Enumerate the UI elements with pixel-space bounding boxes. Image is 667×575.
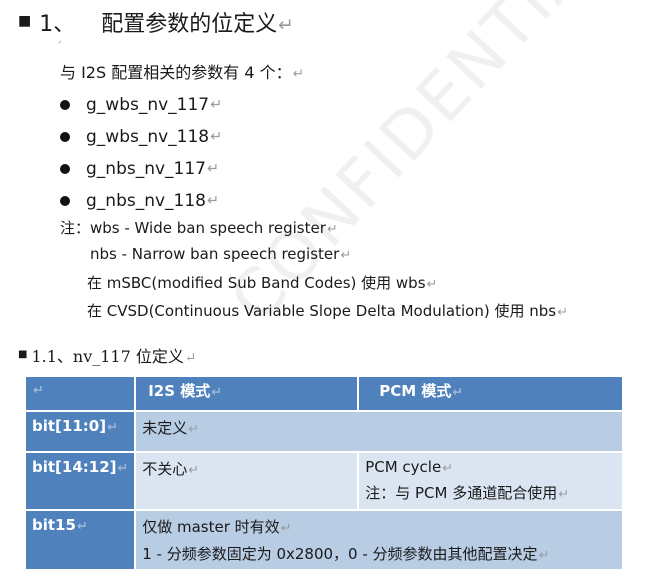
intro-paragraph: 与 I2S 配置相关的参数有 4 个：↵ bbox=[60, 59, 304, 83]
list-item: g_nbs_nv_117 ↵ bbox=[60, 153, 222, 185]
table-row: bit15↵ 仅做 master 时有效↵ 1 - 分频参数固定为 0x2800… bbox=[23, 509, 624, 571]
param-name: g_nbs_nv_118 bbox=[86, 191, 206, 211]
header-i2s: I2S 模式↵ bbox=[134, 375, 360, 412]
combined-cell: 仅做 master 时有效↵ 1 - 分频参数固定为 0x2800，0 - 分频… bbox=[134, 509, 624, 571]
list-item: g_wbs_nv_117 ↵ bbox=[60, 89, 222, 121]
bits-cell: bit[11:0]↵ bbox=[23, 410, 137, 453]
cell-text: 1 - 分频参数固定为 0x2800，0 - 分频参数由其他配置决定 bbox=[142, 545, 538, 563]
paragraph-mark: ↵ bbox=[211, 385, 222, 400]
cell-text: 未定义 bbox=[142, 419, 188, 437]
paragraph-mark: ↵ bbox=[326, 222, 338, 237]
pcm-line: PCM cycle↵ bbox=[365, 458, 616, 476]
table-header-row: ↵ I2S 模式↵ PCM 模式↵ bbox=[23, 375, 624, 412]
cell-text: 仅做 master 时有效 bbox=[142, 518, 280, 536]
intro-text: 与 I2S 配置相关的参数有 4 个： bbox=[60, 63, 292, 82]
bullet-icon bbox=[60, 100, 70, 110]
cell-text: PCM cycle bbox=[365, 458, 442, 476]
param-name: g_wbs_nv_117 bbox=[86, 95, 210, 115]
param-name: g_wbs_nv_118 bbox=[86, 127, 210, 147]
bit-definition-table: ↵ I2S 模式↵ PCM 模式↵ bit[11:0]↵ 未定义↵ bit[14… bbox=[23, 375, 624, 571]
section-heading: ■ 1、 配置参数的位定义↵ bbox=[18, 6, 294, 38]
paragraph-mark: ↵ bbox=[117, 461, 129, 476]
list-item: g_nbs_nv_118 ↵ bbox=[60, 185, 222, 217]
paragraph-mark: ↵ bbox=[442, 461, 453, 476]
bullet-icon bbox=[60, 164, 70, 174]
table-row: bit[11:0]↵ 未定义↵ bbox=[23, 410, 624, 453]
param-name: g_nbs_nv_117 bbox=[86, 159, 206, 179]
i2s-cell: 不关心↵ bbox=[134, 451, 360, 511]
note-text: 注：wbs - Wide ban speech register bbox=[60, 219, 326, 237]
header-empty-cell: ↵ bbox=[23, 375, 137, 412]
bullet-icon bbox=[60, 196, 70, 206]
cell-text: 注：与 PCM 多通道配合使用 bbox=[365, 484, 558, 502]
header-pcm: PCM 模式↵ bbox=[357, 375, 624, 412]
paragraph-mark: ↵ bbox=[340, 248, 351, 263]
bullet-icon bbox=[60, 132, 70, 142]
cell-line: 仅做 master 时有效↵ bbox=[142, 516, 616, 537]
paragraph-mark: ↵ bbox=[557, 305, 568, 320]
paragraph-mark: ↵ bbox=[184, 350, 197, 366]
bits-cell: bit[14:12]↵ bbox=[23, 451, 137, 511]
note-line: nbs - Narrow ban speech register↵ bbox=[90, 245, 351, 263]
paragraph-mark: ↵ bbox=[292, 66, 304, 82]
table-row: bit[14:12]↵ 不关心↵ PCM cycle↵ 注：与 PCM 多通道配… bbox=[23, 451, 624, 511]
heading-bullet-mark: ■ bbox=[18, 13, 32, 29]
bits-label: bit[11:0] bbox=[32, 417, 107, 435]
header-text: I2S 模式 bbox=[148, 382, 211, 400]
paragraph-mark: ↵ bbox=[207, 193, 220, 209]
paragraph-mark: ↵ bbox=[188, 463, 199, 478]
note-line: 在 CVSD(Continuous Variable Slope Delta M… bbox=[87, 300, 568, 321]
bits-label: bit[14:12] bbox=[32, 458, 117, 476]
note-line: 注：wbs - Wide ban speech register↵ bbox=[60, 217, 338, 238]
paragraph-mark: ↵ bbox=[280, 521, 292, 536]
paragraph-mark: ↵ bbox=[76, 519, 88, 534]
section-number: 1、 bbox=[39, 12, 76, 37]
paragraph-mark: ↵ bbox=[426, 277, 438, 292]
cell-text: 不关心 bbox=[142, 460, 188, 478]
section-title: 配置参数的位定义 bbox=[101, 12, 278, 37]
bits-cell: bit15↵ bbox=[23, 509, 137, 571]
i2s-cell: 未定义↵ bbox=[134, 410, 624, 453]
note-text: 在 CVSD(Continuous Variable Slope Delta M… bbox=[87, 302, 557, 320]
note-line: 在 mSBC(modified Sub Band Codes) 使用 wbs↵ bbox=[87, 272, 437, 293]
pcm-note-line: 注：与 PCM 多通道配合使用↵ bbox=[365, 482, 616, 503]
subsection-title: 1.1、nv_117 位定义 bbox=[31, 347, 184, 366]
paragraph-mark: ↵ bbox=[452, 385, 464, 400]
list-item: g_wbs_nv_118 ↵ bbox=[60, 121, 222, 153]
paragraph-mark: ↵ bbox=[188, 422, 199, 437]
paragraph-mark: ↵ bbox=[210, 97, 223, 113]
header-text: PCM 模式 bbox=[379, 382, 452, 400]
paragraph-mark: ↵ bbox=[278, 15, 294, 36]
paragraph-mark: ↵ bbox=[210, 129, 223, 145]
anchor-mark: ᐟ bbox=[58, 40, 62, 50]
cell-line: 1 - 分频参数固定为 0x2800，0 - 分频参数由其他配置决定↵ bbox=[142, 543, 616, 564]
paragraph-mark: ↵ bbox=[558, 487, 569, 502]
param-list: g_wbs_nv_117 ↵ g_wbs_nv_118 ↵ g_nbs_nv_117… bbox=[60, 89, 222, 217]
note-text: 在 mSBC(modified Sub Band Codes) 使用 wbs bbox=[87, 274, 426, 292]
heading-bullet-mark: ■ bbox=[18, 349, 28, 360]
note-text: nbs - Narrow ban speech register bbox=[90, 245, 340, 263]
subsection-heading: ■ 1.1、nv_117 位定义↵ bbox=[18, 343, 196, 367]
paragraph-mark: ↵ bbox=[538, 548, 550, 563]
paragraph-mark: ↵ bbox=[107, 420, 118, 435]
paragraph-mark: ↵ bbox=[207, 161, 220, 177]
bits-label: bit15 bbox=[32, 516, 76, 534]
paragraph-mark: ↵ bbox=[33, 383, 44, 398]
pcm-cell: PCM cycle↵ 注：与 PCM 多通道配合使用↵ bbox=[357, 451, 624, 511]
